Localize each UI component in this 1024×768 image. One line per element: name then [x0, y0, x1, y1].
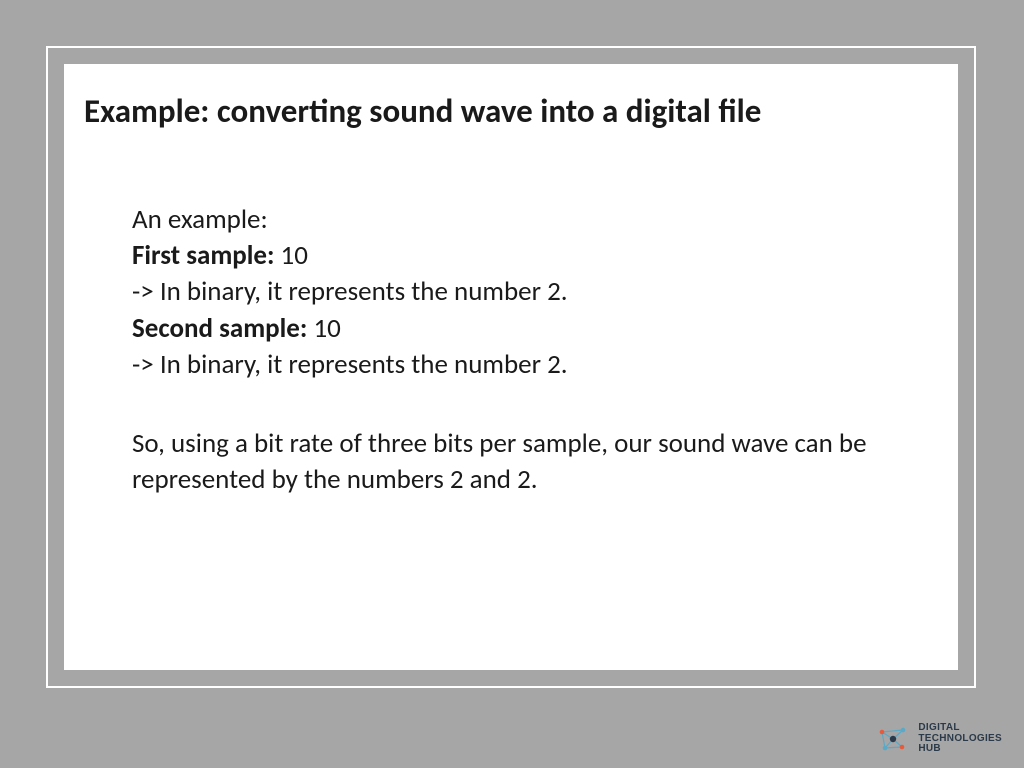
sample1-line: First sample: 10: [132, 238, 872, 274]
sample2-explain: -> In binary, it represents the number 2…: [132, 347, 872, 383]
sample2-value: 10: [307, 312, 340, 345]
conclusion-line: So, using a bit rate of three bits per s…: [132, 426, 872, 499]
sample2-line: Second sample: 10: [132, 311, 872, 347]
brand-line3: HUB: [918, 744, 1002, 755]
sample2-label: Second sample:: [132, 312, 307, 345]
network-icon: [876, 722, 910, 756]
sample1-explain: -> In binary, it represents the number 2…: [132, 274, 872, 310]
intro-line: An example:: [132, 202, 872, 238]
brand-logo: DIGITAL TECHNOLOGIES HUB: [876, 722, 1002, 756]
sample1-value: 10: [274, 239, 307, 272]
brand-logo-text: DIGITAL TECHNOLOGIES HUB: [918, 723, 1002, 755]
slide-title: Example: converting sound wave into a di…: [84, 92, 938, 132]
sample1-label: First sample:: [132, 239, 274, 272]
spacer: [132, 384, 872, 426]
slide-content-card: Example: converting sound wave into a di…: [64, 64, 958, 670]
slide-body: An example: First sample: 10 -> In binar…: [132, 202, 872, 499]
